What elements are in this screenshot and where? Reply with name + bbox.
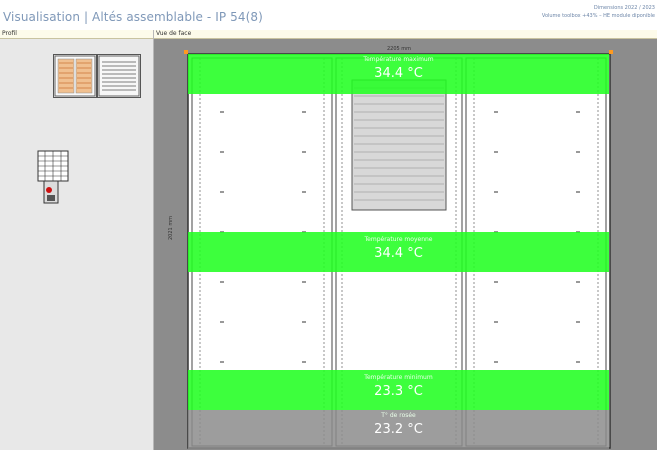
- side-profile-graphic: [37, 150, 69, 204]
- profile-panel-header: Profil: [0, 30, 153, 39]
- max-temperature-band: Température maximum 34.4 °C: [188, 54, 609, 94]
- status-line-2: Volume toolbox +43% – HE module diponibl…: [541, 13, 655, 19]
- width-dimension: 2205 mm: [386, 46, 412, 52]
- window-title: Visualisation | Altés assemblable - IP 5…: [3, 10, 263, 24]
- status-line-1: Dimensions 2022 / 2023: [593, 5, 655, 11]
- front-thumbnail-graphic: [54, 55, 96, 97]
- dew-point-band: T° de rosée 23.2 °C: [188, 410, 609, 450]
- status-info: Dimensions 2022 / 2023 Volume toolbox +4…: [542, 4, 655, 20]
- dew-point-label: T° de rosée: [381, 412, 416, 419]
- max-temperature-value: 34.4 °C: [374, 66, 423, 81]
- min-temperature-band: Température minimum 23.3 °C: [188, 370, 609, 410]
- avg-temperature-label: Température moyenne: [364, 236, 433, 243]
- height-dimension: 2021 mm: [168, 215, 174, 240]
- avg-temperature-value: 34.4 °C: [374, 246, 423, 261]
- front-thumbnail[interactable]: [53, 54, 97, 98]
- min-temperature-value: 23.3 °C: [374, 384, 423, 399]
- back-thumbnail-graphic: [98, 55, 140, 97]
- front-view-header: Vue de face: [154, 30, 657, 39]
- min-temperature-label: Température minimum: [364, 374, 433, 381]
- avg-temperature-band: Température moyenne 34.4 °C: [188, 232, 609, 272]
- profile-panel: Profil: [0, 30, 154, 450]
- back-thumbnail[interactable]: [97, 54, 141, 98]
- side-profile-icon[interactable]: [37, 150, 69, 208]
- max-temperature-label: Température maximum: [363, 56, 434, 63]
- title-bar: Visualisation | Altés assemblable - IP 5…: [0, 0, 657, 31]
- dew-point-value: 23.2 °C: [374, 422, 423, 437]
